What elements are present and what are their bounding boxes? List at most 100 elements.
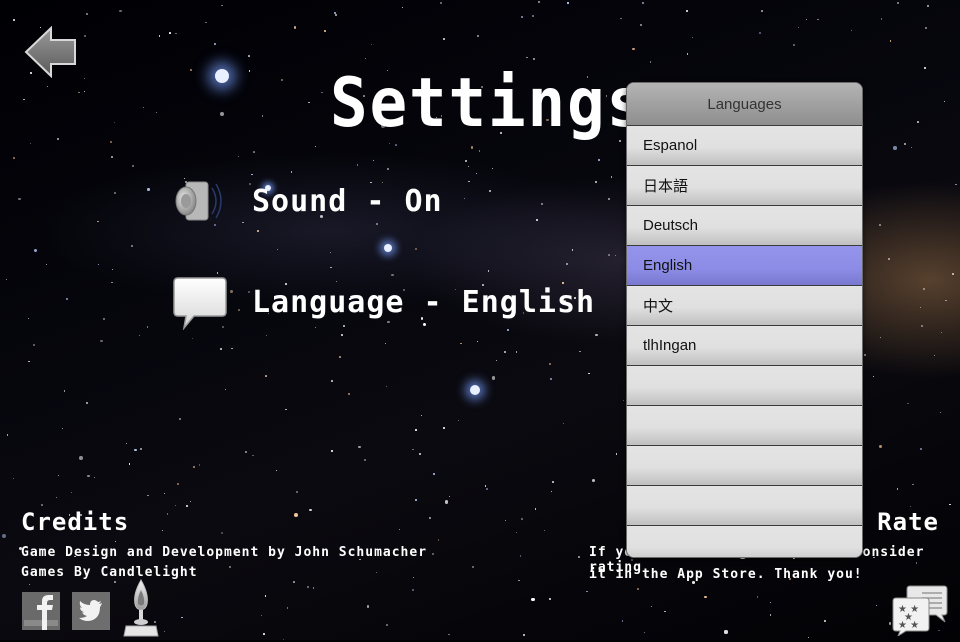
svg-text:★ ★: ★ ★: [898, 620, 919, 631]
star: [86, 13, 88, 15]
star: [28, 361, 30, 363]
star: [940, 412, 941, 413]
candlelight-button[interactable]: [122, 578, 160, 642]
star: [261, 615, 262, 616]
star: [477, 341, 478, 342]
star: [770, 614, 771, 615]
star: [541, 203, 543, 205]
star: [413, 577, 414, 578]
star: [489, 190, 490, 191]
star: [445, 500, 448, 503]
star: [588, 373, 589, 374]
star: [238, 156, 239, 157]
star: [523, 634, 525, 636]
star: [468, 181, 469, 182]
twitter-button[interactable]: [72, 592, 110, 634]
language-option-empty[interactable]: [627, 405, 862, 445]
star: [64, 390, 65, 391]
star: [119, 10, 121, 12]
star: [98, 264, 99, 265]
star: [479, 150, 480, 151]
language-label: Language - English: [252, 285, 595, 320]
star: [686, 10, 687, 11]
star: [167, 513, 168, 514]
star: [335, 14, 336, 15]
star: [890, 40, 891, 41]
star: [911, 147, 912, 148]
star: [443, 427, 445, 429]
star: [893, 146, 897, 150]
language-list[interactable]: Espanol 日本語 DeutschEnglish 中文 tlhIngan: [627, 125, 862, 558]
language-option[interactable]: tlhIngan: [627, 325, 862, 365]
star: [433, 473, 435, 475]
star: [287, 607, 288, 608]
star: [334, 12, 336, 14]
credits-line-2: Games By Candlelight: [21, 565, 198, 580]
star: [132, 165, 134, 167]
star: [84, 78, 85, 79]
star: [100, 340, 102, 342]
star: [912, 484, 913, 485]
language-option[interactable]: 日本語: [627, 165, 862, 205]
language-option[interactable]: Deutsch: [627, 205, 862, 245]
star: [190, 501, 191, 502]
language-option[interactable]: 中文: [627, 285, 862, 325]
language-option[interactable]: English: [627, 245, 862, 285]
star: [642, 2, 644, 4]
star: [505, 520, 506, 521]
star: [488, 270, 490, 272]
star: [71, 492, 72, 493]
star: [358, 446, 360, 448]
star: [248, 55, 250, 57]
star: [221, 5, 223, 7]
star: [147, 495, 148, 496]
star: [13, 478, 14, 479]
star: [448, 634, 449, 635]
star: [945, 300, 946, 301]
language-option-label: 中文: [643, 295, 673, 316]
star: [293, 581, 295, 583]
star: [761, 10, 763, 12]
star: [465, 160, 466, 161]
star: [476, 173, 477, 174]
facebook-button[interactable]: [22, 592, 60, 634]
star: [402, 7, 403, 8]
star: [486, 488, 488, 490]
back-button[interactable]: [24, 26, 78, 78]
star: [13, 157, 15, 159]
star: [592, 479, 595, 482]
star: [225, 389, 226, 390]
star: [159, 35, 161, 37]
rate-heading: Rate: [877, 508, 939, 536]
star: [920, 448, 922, 450]
star: [949, 504, 950, 505]
star: [608, 254, 610, 256]
star: [567, 2, 568, 3]
star: [129, 463, 130, 464]
star: [644, 632, 645, 633]
star: [309, 509, 311, 511]
language-option-empty[interactable]: [627, 525, 862, 558]
language-option-empty[interactable]: [627, 445, 862, 485]
star: [78, 92, 79, 93]
star: [348, 393, 349, 394]
back-arrow-icon: [24, 26, 78, 78]
star: [395, 144, 397, 146]
star: [516, 351, 518, 353]
star: [595, 181, 597, 183]
star: [464, 198, 465, 199]
star: [458, 420, 459, 421]
star: [253, 151, 255, 153]
star: [608, 198, 609, 199]
language-option[interactable]: Espanol: [627, 125, 862, 165]
language-option-empty[interactable]: [627, 365, 862, 405]
star: [324, 30, 326, 32]
star: [56, 497, 57, 498]
language-option-label: 日本語: [643, 175, 688, 196]
language-selector[interactable]: Language - English: [172, 274, 595, 330]
star: [308, 102, 309, 103]
star: [140, 448, 142, 450]
sound-toggle[interactable]: Sound - On: [172, 176, 443, 226]
language-option-empty[interactable]: [627, 485, 862, 525]
rate-button[interactable]: ★ ★ ★ ★ ★: [892, 584, 948, 640]
